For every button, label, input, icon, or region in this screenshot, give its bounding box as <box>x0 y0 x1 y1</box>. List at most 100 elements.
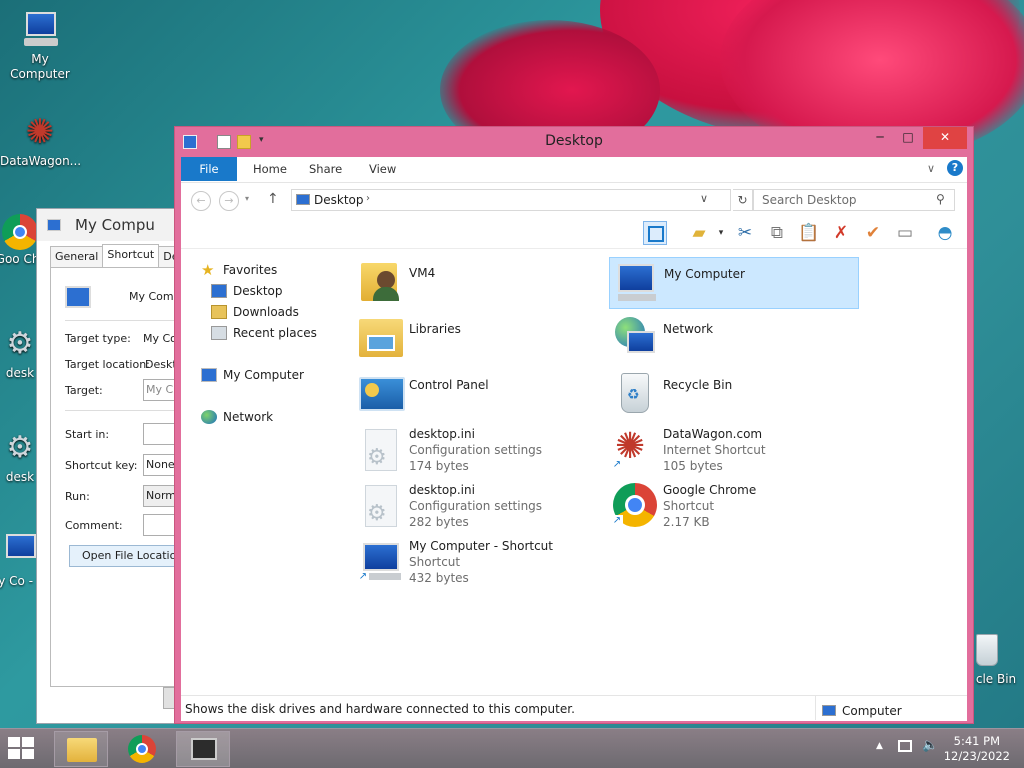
address-dropdown-icon[interactable]: ∨ <box>700 192 708 205</box>
up-button[interactable]: ↑ <box>267 191 279 207</box>
recent-locations-icon[interactable]: ▾ <box>245 194 249 203</box>
item-name: My Computer - Shortcut <box>409 539 553 553</box>
shell-icon[interactable]: ◓ <box>933 221 957 245</box>
address-bar[interactable]: Desktop › ∨ <box>291 189 731 211</box>
clock-date: 12/23/2022 <box>943 749 1010 763</box>
search-icon: ⚲ <box>936 192 945 206</box>
navigation-pane: ★ Favorites Desktop Downloads Recent pla… <box>181 249 353 695</box>
close-button[interactable]: ✕ <box>923 127 967 149</box>
cut-icon[interactable]: ✂ <box>733 221 757 245</box>
forward-button[interactable]: → <box>219 191 239 211</box>
start-button[interactable] <box>8 737 38 761</box>
rename-check-icon[interactable]: ✔ <box>861 221 885 245</box>
ribbon-tabs: File Home Share View ∨ ? <box>181 157 967 183</box>
nav-desktop[interactable]: Desktop <box>211 284 283 298</box>
nav-network-label: Network <box>223 410 274 424</box>
item-type: Configuration settings <box>409 443 543 457</box>
search-box[interactable]: Search Desktop ⚲ <box>753 189 955 211</box>
datawagon-shortcut-icon: ✺ <box>25 112 55 152</box>
file-list: VM4 Libraries Control Panel ⚙ desktop.in… <box>353 249 967 695</box>
nav-my-computer[interactable]: My Computer <box>201 368 304 382</box>
copy-icon[interactable]: ⧉ <box>765 221 789 245</box>
list-item[interactable]: ⚙ desktop.ini Configuration settings 174… <box>355 425 605 477</box>
user-folder-icon <box>355 257 405 305</box>
command-toolbar: ▰ ▾ ✂ ⧉ 📋 ✗ ✔ ▭ ◓ <box>181 217 967 249</box>
item-name: Google Chrome <box>663 483 757 497</box>
expand-ribbon-icon[interactable]: ∨ <box>927 162 935 175</box>
item-type: Internet Shortcut <box>663 443 766 457</box>
taskbar-properties[interactable] <box>176 731 230 767</box>
chevron-down-icon[interactable]: ▾ <box>709 221 733 245</box>
help-icon[interactable]: ? <box>947 160 963 176</box>
list-item[interactable]: VM4 <box>355 257 605 309</box>
item-name: Recycle Bin <box>663 378 733 392</box>
list-item[interactable]: ⚙ desktop.ini Configuration settings 282… <box>355 481 605 533</box>
item-name: Control Panel <box>409 378 489 392</box>
network-icon <box>609 313 659 361</box>
computer-shortcut-icon: ↗ <box>355 537 405 585</box>
nav-favorites[interactable]: ★ Favorites <box>201 263 278 278</box>
list-item[interactable]: ↗ My Computer - Shortcut Shortcut 432 by… <box>355 537 605 589</box>
settings-file-icon: ⚙ <box>6 326 34 361</box>
tab-home[interactable]: Home <box>239 157 301 181</box>
item-name: VM4 <box>409 266 436 280</box>
tab-file[interactable]: File <box>181 157 237 181</box>
start-in-label: Start in: <box>65 428 110 441</box>
nav-my-computer-label: My Computer <box>223 368 304 382</box>
status-bar: Shows the disk drives and hardware conne… <box>181 695 967 721</box>
maximize-button[interactable]: □ <box>893 127 923 149</box>
nav-recent-places[interactable]: Recent places <box>211 326 317 340</box>
list-item[interactable]: Control Panel <box>355 369 605 421</box>
open-file-location-button[interactable]: Open File Location <box>69 545 183 567</box>
nav-downloads[interactable]: Downloads <box>211 305 299 319</box>
shortcut-panel: My Comp Target type: My Co Target locati… <box>50 267 185 687</box>
folder-options-icon[interactable]: ▰ <box>687 221 711 245</box>
computer-shortcut-icon <box>0 532 40 572</box>
target-location-value: Deskt <box>145 358 177 371</box>
settings-file-icon: ⚙ <box>355 481 405 529</box>
list-item[interactable]: ✺ ↗ DataWagon.com Internet Shortcut 105 … <box>609 425 859 477</box>
tab-share[interactable]: Share <box>295 157 356 181</box>
tab-general[interactable]: General <box>50 246 104 268</box>
back-button[interactable]: ← <box>191 191 211 211</box>
computer-icon <box>610 258 660 306</box>
tab-view[interactable]: View <box>355 157 410 181</box>
computer-icon <box>201 368 217 382</box>
settings-file-icon: ⚙ <box>355 425 405 473</box>
refresh-button[interactable]: ↻ <box>733 189 753 211</box>
control-panel-icon <box>355 369 405 417</box>
search-input[interactable]: Search Desktop <box>762 193 857 207</box>
paste-icon[interactable]: 📋 <box>797 221 821 245</box>
item-name: Network <box>663 322 714 336</box>
properties-icon[interactable]: ▭ <box>893 221 917 245</box>
desktop-icon <box>296 194 310 205</box>
minimize-button[interactable]: ─ <box>865 127 895 149</box>
explorer-titlebar[interactable]: ▾ Desktop ─ □ ✕ <box>175 127 973 157</box>
show-hidden-icons-icon[interactable]: ▲ <box>876 741 883 751</box>
computer-icon <box>20 10 60 50</box>
taskbar-file-explorer[interactable] <box>54 731 108 767</box>
item-name: desktop.ini <box>409 483 475 497</box>
delete-icon[interactable]: ✗ <box>829 221 853 245</box>
list-item-selected[interactable]: My Computer <box>609 257 859 309</box>
target-label: Target: <box>65 384 103 397</box>
clock[interactable]: 5:41 PM 12/23/2022 <box>944 734 1010 764</box>
list-item[interactable]: ♻ Recycle Bin <box>609 369 859 421</box>
computer-shortcut-icon <box>191 738 217 760</box>
settings-file-icon: ⚙ <box>6 430 34 465</box>
desktop-icon-datawagon[interactable]: ✺ DataWagon... <box>0 112 81 169</box>
desktop-icon-my-computer[interactable]: My Computer <box>0 10 80 82</box>
tab-shortcut[interactable]: Shortcut <box>102 244 160 266</box>
list-item[interactable]: ↗ Google Chrome Shortcut 2.17 KB <box>609 481 859 533</box>
preview-pane-icon[interactable] <box>643 221 667 245</box>
desktop-icon <box>211 284 227 298</box>
nav-network[interactable]: Network <box>201 410 273 424</box>
properties-dialog: My Compu General Shortcut Det My Comp Ta… <box>36 208 186 724</box>
list-item[interactable]: Libraries <box>355 313 605 365</box>
volume-icon[interactable]: 🔈 <box>922 738 938 753</box>
nav-favorites-label: Favorites <box>223 263 278 277</box>
taskbar-chrome[interactable] <box>116 731 170 767</box>
breadcrumb-chevron-icon[interactable]: › <box>366 193 370 204</box>
network-status-icon[interactable] <box>898 740 912 752</box>
list-item[interactable]: Network <box>609 313 859 365</box>
